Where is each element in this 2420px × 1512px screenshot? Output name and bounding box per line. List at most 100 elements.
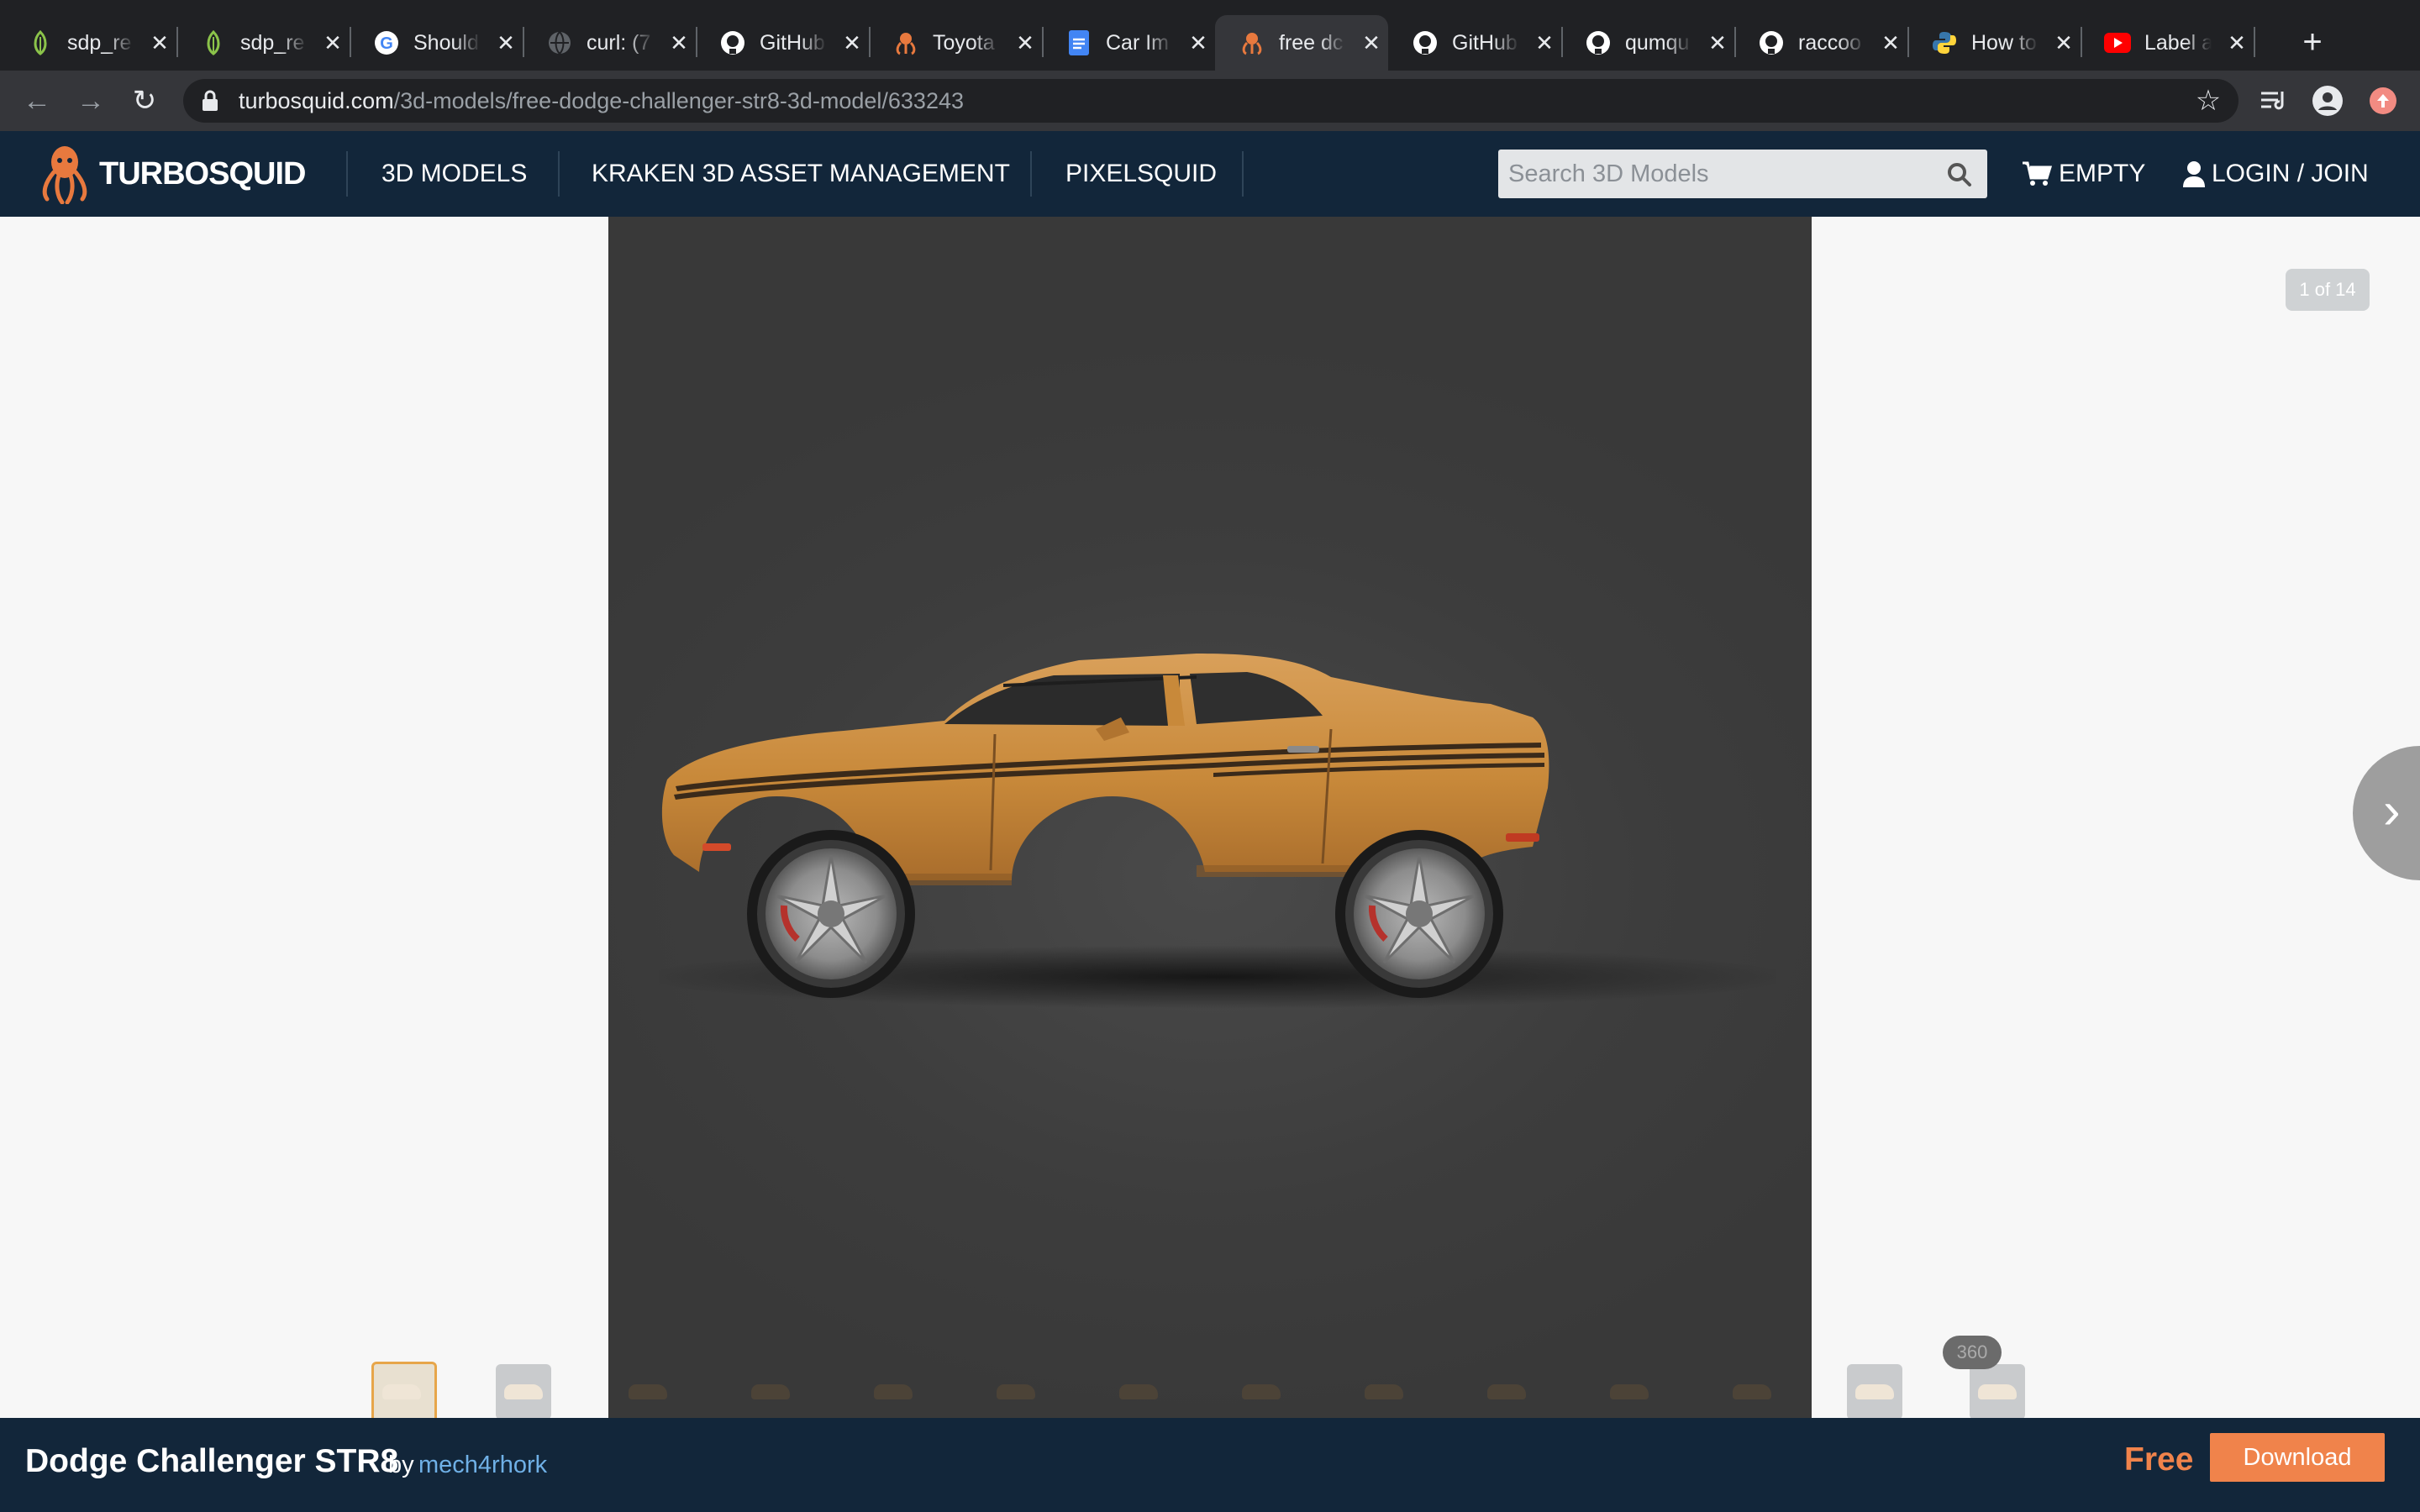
thumbnail-image — [997, 1384, 1035, 1399]
squid-logo-icon — [42, 146, 87, 204]
thumbnail[interactable] — [1847, 1364, 1902, 1420]
profile-icon[interactable] — [2309, 82, 2346, 119]
close-icon[interactable]: ✕ — [666, 29, 692, 56]
new-tab-button[interactable]: + — [2294, 24, 2331, 60]
nav-divider — [1030, 151, 1032, 197]
image-counter: 1 of 14 — [2286, 269, 2370, 311]
browser-tab[interactable]: Label a ✕ — [2081, 15, 2255, 71]
search-icon[interactable] — [1947, 162, 1972, 187]
author-link[interactable]: mech4rhork — [418, 1452, 547, 1479]
thumbnail[interactable] — [865, 1364, 921, 1420]
back-button[interactable]: ← — [18, 82, 55, 119]
nav-divider — [558, 151, 560, 197]
browser-tab[interactable]: sdp_re ✕ — [3, 15, 178, 71]
thumbnail[interactable] — [1356, 1364, 1412, 1420]
tab-title: curl: (7 — [587, 31, 651, 55]
reload-button[interactable]: ↻ — [126, 82, 163, 119]
browser-tab[interactable]: GitHub ✕ — [696, 15, 871, 71]
close-icon[interactable]: ✕ — [839, 29, 865, 56]
browser-toolbar: ← → ↻ turbosquid.com/3d-models/free-dodg… — [0, 71, 2420, 131]
reading-list-icon[interactable] — [2255, 82, 2292, 119]
cart-label: EMPTY — [2059, 160, 2146, 187]
download-button[interactable]: Download — [2210, 1433, 2385, 1482]
google-icon: G — [373, 29, 400, 56]
tab-title: Should — [413, 31, 479, 55]
address-bar[interactable]: turbosquid.com/3d-models/free-dodge-chal… — [183, 79, 2238, 123]
nav-kraken[interactable]: KRAKEN 3D ASSET MANAGEMENT — [592, 131, 1010, 217]
browser-tab[interactable]: GitHub ✕ — [1388, 15, 1563, 71]
browser-tab[interactable]: raccoo ✕ — [1734, 15, 1909, 71]
close-icon[interactable]: ✕ — [1704, 29, 1731, 56]
close-icon[interactable]: ✕ — [319, 29, 346, 56]
close-icon[interactable]: ✕ — [1531, 29, 1558, 56]
nav-3d-models[interactable]: 3D MODELS — [381, 131, 527, 217]
browser-tab[interactable]: curl: (7 ✕ — [523, 15, 697, 71]
browser-tab[interactable]: qumqu ✕ — [1561, 15, 1736, 71]
close-icon[interactable]: ✕ — [146, 29, 173, 56]
cart-button[interactable]: EMPTY — [2022, 131, 2145, 217]
turbosquid-logo[interactable]: TURBOSQUID — [39, 143, 306, 205]
youtube-icon — [2104, 29, 2131, 56]
close-icon[interactable]: ✕ — [2223, 29, 2250, 56]
browser-tab[interactable]: sdp_re ✕ — [176, 15, 351, 71]
product-by: by — [388, 1452, 414, 1478]
login-button[interactable]: LOGIN / JOIN — [2183, 131, 2369, 217]
tab-title: Toyota — [933, 31, 995, 55]
thumbnail-image — [382, 1384, 421, 1399]
turbosquid-icon — [892, 29, 919, 56]
thumbnail[interactable] — [1602, 1364, 1657, 1420]
close-icon[interactable]: ✕ — [1877, 29, 1904, 56]
tab-title: free dc — [1279, 31, 1344, 55]
thumbnail-strip — [0, 1334, 2420, 1427]
browser-tab[interactable]: Toyota ✕ — [869, 15, 1044, 71]
thumbnail[interactable] — [620, 1364, 676, 1420]
thumbnail[interactable] — [1724, 1364, 1780, 1420]
tab-title: GitHub — [760, 31, 825, 55]
browser-tab[interactable]: How to ✕ — [1907, 15, 2082, 71]
preview-stage[interactable] — [608, 217, 1812, 1418]
thumbnail-image — [629, 1384, 667, 1399]
turbosquid-icon — [1239, 29, 1265, 56]
tab-title: sdp_re — [240, 31, 305, 55]
thumbnail-image — [874, 1384, 913, 1399]
thumbnail-image — [1855, 1384, 1894, 1399]
close-icon[interactable]: ✕ — [2050, 29, 2077, 56]
nav-divider — [346, 151, 348, 197]
thumbnail-image — [1733, 1384, 1771, 1399]
github-icon — [1585, 29, 1612, 56]
close-icon[interactable]: ✕ — [492, 29, 519, 56]
github-icon — [719, 29, 746, 56]
thumbnail[interactable] — [743, 1364, 798, 1420]
close-icon[interactable]: ✕ — [1012, 29, 1039, 56]
model-viewer: 1 of 14 › 360 — [0, 217, 2420, 1427]
close-icon[interactable]: ✕ — [1358, 29, 1385, 56]
thumbnail-image — [1365, 1384, 1403, 1399]
tab-title: How to — [1971, 31, 2037, 55]
close-icon[interactable]: ✕ — [1185, 29, 1212, 56]
thumbnail-image — [504, 1384, 543, 1399]
url-text: turbosquid.com/3d-models/free-dodge-chal… — [239, 79, 964, 123]
forward-button[interactable]: → — [72, 82, 109, 119]
next-image-button[interactable]: › — [2353, 746, 2420, 880]
thumbnail-image — [1610, 1384, 1649, 1399]
thumbnail[interactable] — [1234, 1364, 1289, 1420]
browser-tab[interactable]: Car Im ✕ — [1042, 15, 1217, 71]
product-price: Free — [2124, 1441, 2194, 1478]
thumbnail[interactable] — [1970, 1364, 2025, 1420]
nav-pixelsquid[interactable]: PIXELSQUID — [1065, 131, 1217, 217]
github-icon — [1412, 29, 1439, 56]
browser-tab[interactable]: free dc ✕ — [1215, 15, 1388, 71]
update-icon[interactable] — [2365, 82, 2402, 119]
user-icon — [2183, 161, 2205, 187]
leaf-icon — [200, 29, 227, 56]
chevron-right-icon: › — [2383, 782, 2401, 840]
browser-tab[interactable]: G Should ✕ — [350, 15, 524, 71]
thumbnail[interactable] — [1111, 1364, 1166, 1420]
thumbnail[interactable] — [1479, 1364, 1534, 1420]
thumbnail[interactable] — [496, 1364, 551, 1420]
search-input[interactable] — [1498, 150, 1928, 198]
thumbnail[interactable] — [988, 1364, 1044, 1420]
thumbnail-image — [1978, 1384, 2017, 1399]
tab-title: Label a — [2144, 31, 2212, 55]
bookmark-star-icon[interactable]: ☆ — [2193, 86, 2223, 116]
